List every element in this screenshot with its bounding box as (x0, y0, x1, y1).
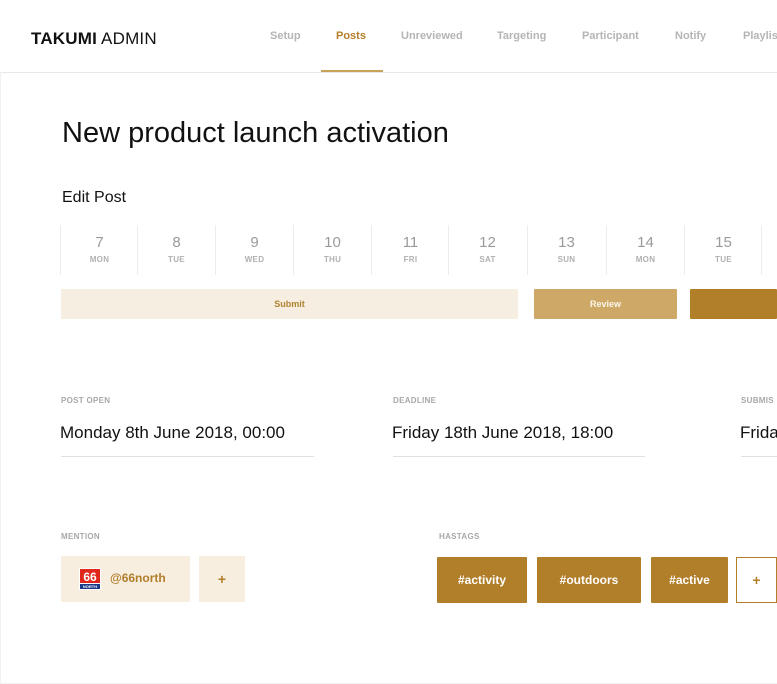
day-number: 12 (479, 234, 496, 251)
post-open-field[interactable]: Monday 8th June 2018, 00:00 (60, 423, 285, 443)
day-cell[interactable]: 14 MON (606, 225, 684, 275)
status-button-partial[interactable] (690, 289, 777, 319)
day-of-week: TUE (168, 255, 185, 264)
deadline-underline (393, 456, 645, 457)
day-cell[interactable]: 9 WED (215, 225, 293, 275)
section-title: Edit Post (62, 189, 127, 206)
day-number: 10 (324, 234, 341, 251)
hashtag-chip[interactable]: #outdoors (537, 557, 641, 603)
tab-posts[interactable]: Posts (336, 30, 366, 42)
brand-logo[interactable]: TAKUMI ADMIN (31, 29, 157, 49)
brand-suffix: ADMIN (101, 29, 157, 48)
day-of-week: THU (323, 255, 342, 264)
day-of-week: MON (635, 255, 656, 264)
mention-chip[interactable]: 66 NORTH @66north (61, 556, 190, 602)
mention-handle: @66north (110, 571, 166, 585)
mention-label: MENTION (61, 532, 100, 541)
day-number: 8 (172, 234, 181, 251)
day-cell[interactable]: 11 FRI (371, 225, 449, 275)
deadline-field[interactable]: Friday 18th June 2018, 18:00 (392, 423, 613, 443)
submit-status-button[interactable]: Submit (61, 289, 518, 319)
post-open-underline (61, 456, 314, 457)
day-of-week: SUN (557, 255, 576, 264)
active-tab-indicator (321, 70, 383, 72)
day-number: 9 (250, 234, 259, 251)
brand-logo-icon: 66 NORTH (79, 568, 101, 590)
tab-unreviewed[interactable]: Unreviewed (401, 30, 463, 42)
content-border (0, 72, 1, 684)
top-bar: TAKUMI ADMIN Setup Posts Unreviewed Targ… (0, 0, 777, 73)
tab-playlist[interactable]: Playlist (743, 30, 777, 42)
hashtags-label: HASTAGS (439, 532, 480, 541)
add-mention-button[interactable]: + (199, 556, 245, 602)
day-cell[interactable]: 10 THU (293, 225, 371, 275)
day-of-week: MON (89, 255, 110, 264)
day-of-week: TUE (715, 255, 732, 264)
day-number: 15 (715, 234, 732, 251)
day-number: 7 (95, 234, 104, 251)
day-cell-partial[interactable] (761, 225, 777, 275)
submission-underline (741, 456, 777, 457)
day-of-week: WED (244, 255, 265, 264)
add-hashtag-button[interactable]: + (736, 557, 777, 603)
day-cell[interactable]: 7 MON (60, 225, 138, 275)
day-number: 14 (637, 234, 654, 251)
day-cell[interactable]: 15 TUE (684, 225, 762, 275)
brand-name: TAKUMI (31, 29, 98, 48)
day-of-week: FRI (403, 255, 418, 264)
day-cell[interactable]: 13 SUN (527, 225, 605, 275)
submission-label: SUBMIS (741, 396, 774, 405)
tab-setup[interactable]: Setup (270, 30, 301, 42)
hashtag-chip[interactable]: #active (651, 557, 728, 603)
submission-field[interactable]: Frida (740, 423, 777, 443)
review-status-button[interactable]: Review (534, 289, 677, 319)
tab-notify[interactable]: Notify (675, 30, 706, 42)
tab-participant[interactable]: Participant (582, 30, 639, 42)
hashtag-chip[interactable]: #activity (437, 557, 527, 603)
day-cell[interactable]: 8 TUE (137, 225, 215, 275)
day-number: 13 (558, 234, 575, 251)
day-number: 11 (402, 234, 419, 251)
day-of-week: SAT (479, 255, 496, 264)
day-cell[interactable]: 12 SAT (448, 225, 526, 275)
page-title: New product launch activation (62, 117, 449, 149)
logo-word: NORTH (83, 584, 97, 589)
logo-number: 66 (83, 570, 97, 584)
post-open-label: POST OPEN (61, 396, 111, 405)
tab-targeting[interactable]: Targeting (497, 30, 546, 42)
deadline-label: DEADLINE (393, 396, 437, 405)
